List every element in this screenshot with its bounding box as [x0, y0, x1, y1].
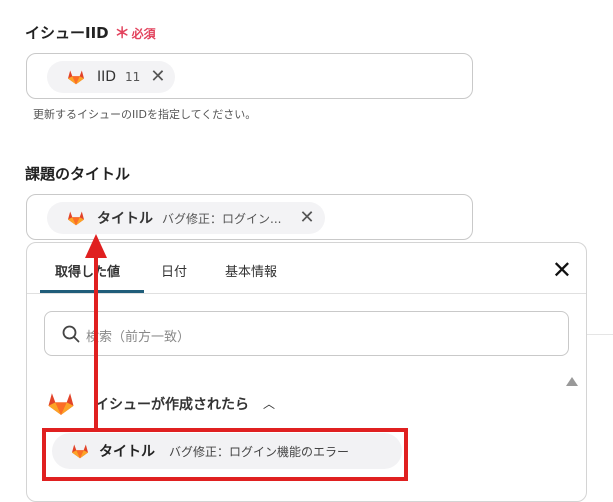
tab-retrieved-values[interactable]: 取得した値 — [55, 261, 120, 280]
annotation-highlight-box — [42, 428, 408, 481]
title-value-chip[interactable]: タイトル バグ修正：ログイン... ✕ — [47, 202, 325, 234]
picker-tabs: 取得した値 日付 基本情報 ✕ — [27, 243, 586, 294]
iid-value-chip[interactable]: IID 11 ✕ — [47, 61, 176, 93]
issue-iid-label: イシューIID ＊必須 — [25, 22, 156, 43]
group-issue-created[interactable]: イシューが作成されたら ︿ — [47, 391, 275, 416]
group-title: イシューが作成されたら — [95, 396, 249, 413]
close-icon[interactable]: ✕ — [552, 258, 572, 282]
issue-iid-help-text: 更新するイシューのIIDを指定してください。 — [33, 108, 257, 121]
search-placeholder: 検索（前方一致） — [86, 330, 191, 345]
tab-basic-info[interactable]: 基本情報 — [225, 261, 277, 280]
issue-title-label: 課題のタイトル — [25, 165, 131, 183]
chip-remove-icon[interactable]: ✕ — [299, 209, 314, 227]
issue-iid-field[interactable]: IID 11 ✕ — [26, 53, 473, 99]
chip-remove-icon[interactable]: ✕ — [150, 68, 165, 86]
gitlab-fox-icon — [68, 211, 84, 226]
gitlab-fox-icon — [68, 70, 84, 85]
active-tab-indicator — [40, 290, 144, 293]
search-input[interactable]: 検索（前方一致） — [44, 311, 569, 356]
chip-name: IID — [97, 69, 117, 85]
required-star: ＊ — [114, 24, 130, 42]
chevron-up-icon[interactable]: ︿ — [263, 395, 275, 412]
chip-name: タイトル — [97, 211, 153, 227]
search-icon — [62, 325, 80, 343]
scroll-up-arrow-icon[interactable] — [566, 377, 578, 386]
divider — [587, 334, 613, 335]
issue-title-field[interactable]: タイトル バグ修正：ログイン... ✕ — [26, 194, 473, 240]
issue-iid-label-text: イシューIID — [25, 24, 109, 42]
chip-value: 11 — [125, 70, 141, 84]
tab-date[interactable]: 日付 — [161, 261, 187, 280]
chip-value: バグ修正：ログイン... — [162, 211, 282, 226]
required-text: 必須 — [131, 27, 156, 41]
gitlab-fox-icon — [48, 393, 74, 415]
